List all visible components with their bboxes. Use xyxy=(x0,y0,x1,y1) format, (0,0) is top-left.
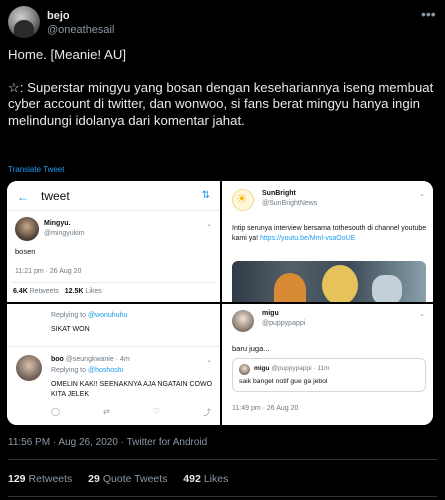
replying-prefix: Replying to xyxy=(51,312,88,319)
retweets-stat[interactable]: 129 Retweets xyxy=(8,473,72,485)
tweet-line-1: Home. [Meanie! AU] xyxy=(8,47,127,62)
divider xyxy=(8,496,437,497)
sun-logo-icon xyxy=(232,189,254,211)
replying-to: Replying to @hoshoshi xyxy=(51,367,123,374)
replying-handle: @hoshoshi xyxy=(87,367,124,374)
quote-tweets-label: Quote Tweets xyxy=(102,473,168,485)
retweets-count: 129 xyxy=(8,473,26,485)
screenshot-handle: @SunBrightNews xyxy=(262,200,318,207)
quoted-body: saik banget notif gue ga jebol xyxy=(239,378,328,385)
tweet-stats: 129 Retweets 29 Quote Tweets 492 Likes xyxy=(8,473,228,485)
interview-photo xyxy=(232,261,426,302)
screenshot-body: SIKAT WON xyxy=(51,326,90,333)
author-name[interactable]: bejo xyxy=(47,10,70,22)
chevron-down-icon: ⌄ xyxy=(206,357,212,364)
grid-divider xyxy=(7,302,433,304)
screenshot-body: baru juga... xyxy=(232,344,270,353)
quoted-meta: @puppypappi · 11m xyxy=(271,365,330,372)
author-avatar[interactable] xyxy=(8,6,40,38)
avatar xyxy=(232,310,254,332)
quoted-tweet: migu @puppypappi · 11m saik banget notif… xyxy=(232,358,426,392)
retweet-icon: ⇄ xyxy=(103,407,110,416)
screenshot-time: 11:21 pm · 26 Aug 20 xyxy=(15,268,82,275)
quoted-header: migu @puppypappi · 11m xyxy=(254,365,330,372)
media-image-1[interactable]: ← tweet ⇅ Mingyu. @mingyukim ⌄ bosen 11:… xyxy=(7,181,220,302)
sparkle-icon: ⇅ xyxy=(201,190,210,201)
avatar xyxy=(15,217,39,241)
photo-shape xyxy=(372,275,402,302)
screenshot-name: SunBright xyxy=(262,190,296,197)
reply-icon: ◯ xyxy=(51,407,60,416)
heart-icon: ♡ xyxy=(152,407,160,416)
divider xyxy=(8,459,437,460)
replying-handle: @wonuhuhu xyxy=(87,312,128,319)
screenshot-topbar: ← tweet ⇅ xyxy=(7,181,220,211)
screenshot-likes-num: 12.5K xyxy=(64,288,84,295)
chevron-down-icon: ⌄ xyxy=(419,311,425,318)
media-grid[interactable]: ← tweet ⇅ Mingyu. @mingyukim ⌄ bosen 11:… xyxy=(7,181,433,425)
author-handle[interactable]: @oneathesail xyxy=(47,24,114,36)
quote-tweets-count: 29 xyxy=(88,473,100,485)
screenshot-name-line: boo @seungkwanie · 4m xyxy=(51,356,130,363)
photo-shape xyxy=(322,265,358,302)
screenshot-retweets-num: 6.4K xyxy=(13,288,28,295)
screenshot-handle-time: @seungkwanie · 4m xyxy=(65,356,130,363)
screenshot-stats: 6.4K Retweets 12.5K Likes xyxy=(13,288,102,295)
tweet-line-2: ☆: Superstar mingyu yang bosan dengan ke… xyxy=(8,79,434,128)
screenshot-body: OMELIN KAK!! SEENAKNYA AJA NGATAIN COWO … xyxy=(51,381,213,398)
tweet-header: bejo @oneathesail ••• xyxy=(8,6,437,40)
screenshot-retweets-label: Retweets xyxy=(29,288,59,295)
avatar xyxy=(239,364,250,375)
photo-shape xyxy=(274,273,306,302)
arrow-left-icon: ← xyxy=(17,190,29,204)
screenshot-name: migu xyxy=(262,310,279,317)
divider xyxy=(11,282,216,283)
screenshot-handle: @mingyukim xyxy=(44,230,85,237)
tweet-text: Home. [Meanie! AU] ☆: Superstar mingyu y… xyxy=(8,47,438,145)
screenshot-name: boo xyxy=(51,356,64,363)
quoted-name: migu xyxy=(254,365,270,372)
likes-stat[interactable]: 492 Likes xyxy=(183,473,228,485)
screenshot-title: tweet xyxy=(41,189,70,203)
media-image-3[interactable]: Replying to @wonuhuhu SIKAT WON boo @seu… xyxy=(7,304,220,425)
screenshot-likes-label: Likes xyxy=(85,288,102,295)
divider xyxy=(7,346,220,347)
media-image-4[interactable]: migu @puppypappi ⌄ baru juga... migu @pu… xyxy=(222,304,433,425)
avatar xyxy=(16,355,42,381)
likes-label: Likes xyxy=(203,473,229,485)
screenshot-name: Mingyu. xyxy=(44,220,71,227)
screenshot-link: https://youtu.be/Mml-vsaOoUE xyxy=(260,235,356,242)
chevron-down-icon: ⌄ xyxy=(419,191,425,198)
tweet-timestamp[interactable]: 11:56 PM · Aug 26, 2020 · Twitter for An… xyxy=(8,437,207,448)
media-image-2[interactable]: SunBright @SunBrightNews ⌄ Intip serunya… xyxy=(222,181,433,302)
screenshot-handle: @puppypappi xyxy=(262,320,306,327)
likes-count: 492 xyxy=(183,473,201,485)
retweets-label: Retweets xyxy=(28,473,73,485)
screenshot-body: Intip serunya interview bersama tothesou… xyxy=(232,224,428,244)
action-bar: ◯ ⇄ ♡ ⤴ xyxy=(51,407,211,418)
replying-to: Replying to @wonuhuhu xyxy=(51,312,127,319)
replying-prefix: Replying to xyxy=(51,367,88,374)
more-horizontal-icon[interactable]: ••• xyxy=(421,7,436,22)
share-icon: ⤴ xyxy=(202,408,211,417)
chevron-down-icon: ⌄ xyxy=(206,221,212,228)
translate-tweet-link[interactable]: Translate Tweet xyxy=(8,165,64,174)
screenshot-body: bosen xyxy=(15,247,36,256)
screenshot-time: 11:49 pm · 26 Aug 20 xyxy=(232,405,299,412)
quote-tweets-stat[interactable]: 29 Quote Tweets xyxy=(88,473,167,485)
